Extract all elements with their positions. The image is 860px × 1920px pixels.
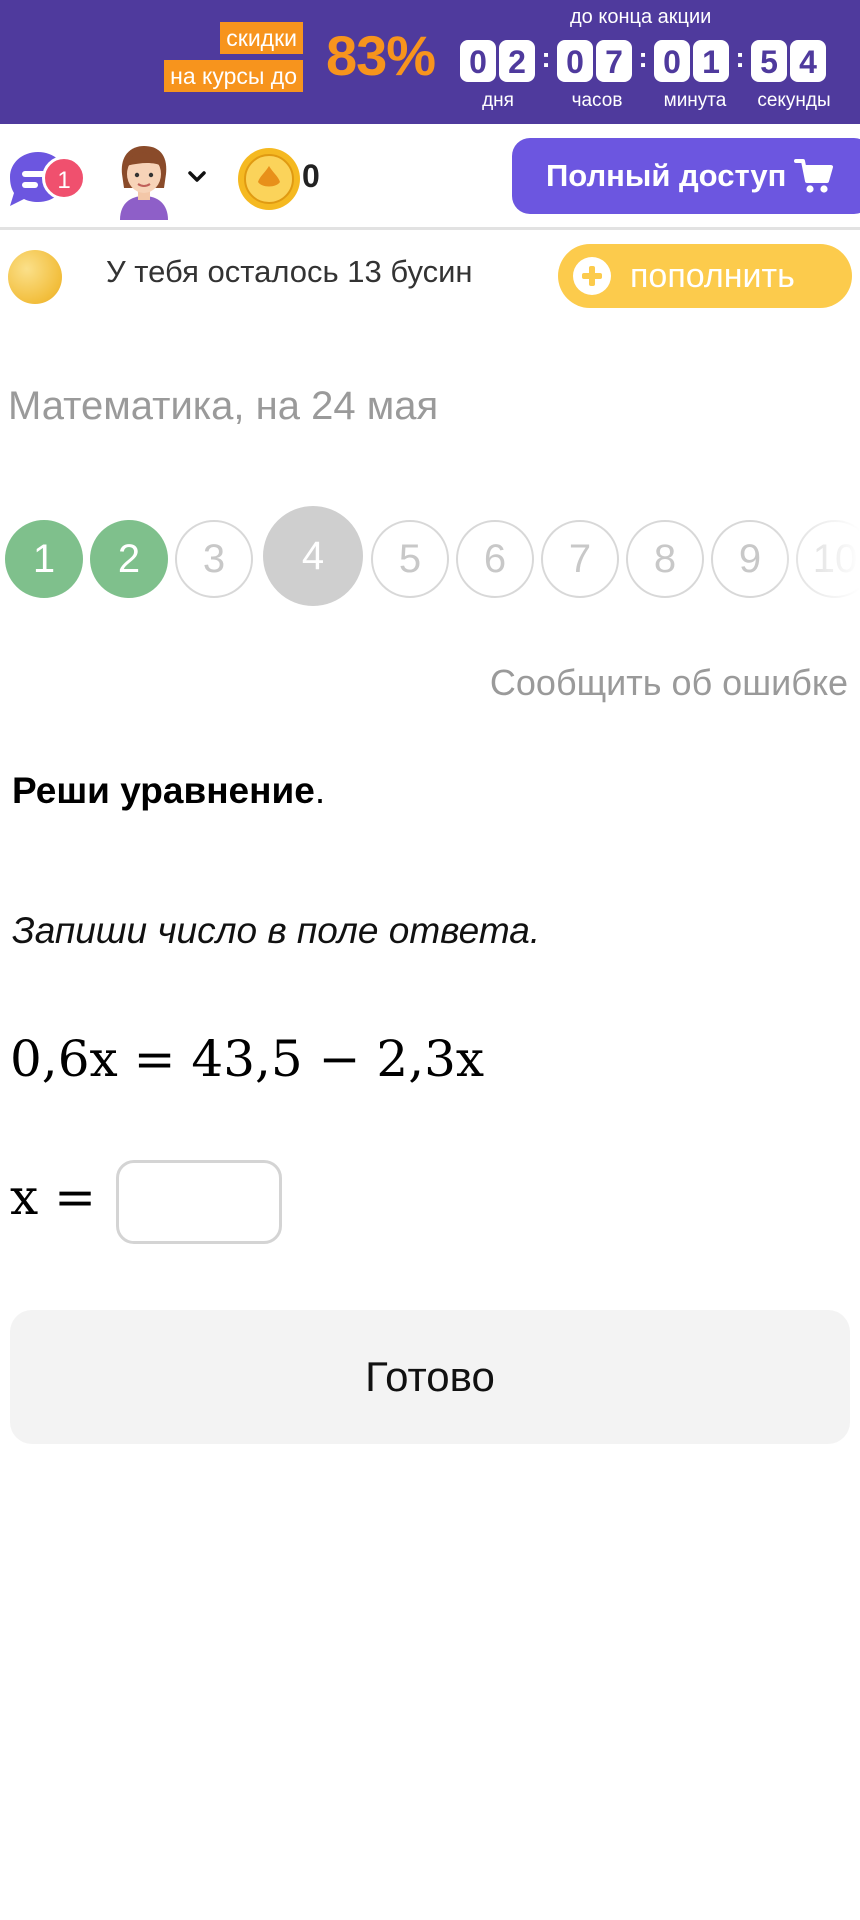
timer-unit-days: дня [482, 90, 514, 111]
timer-days-digit-2: 2 [499, 40, 535, 82]
chevron-down-icon [188, 171, 206, 182]
full-access-button[interactable]: Полный доступ [512, 138, 860, 214]
plus-circle-icon [573, 257, 611, 295]
timer-hours-digit-1: 0 [557, 40, 593, 82]
top-nav: 1 0 Полный доступ [0, 124, 860, 230]
timer-seconds-digit-2: 4 [790, 40, 826, 82]
answer-input[interactable] [116, 1160, 282, 1244]
steps-scroll-fade [770, 506, 860, 610]
coin-count: 0 [302, 158, 320, 194]
promo-caption: до конца акции [570, 6, 712, 28]
beads-balance-text: У тебя осталось 13 бусин [106, 254, 473, 289]
task-step-1[interactable]: 1 [5, 520, 83, 598]
task-step-5[interactable]: 5 [371, 520, 449, 598]
timer-days-digit-1: 0 [460, 40, 496, 82]
task-title: Реши уравнение. [12, 770, 325, 812]
avatar-icon [120, 146, 168, 220]
timer-seconds-digit-1: 5 [751, 40, 787, 82]
bead-icon [8, 250, 62, 304]
timer-separator: : [638, 42, 648, 73]
task-step-3[interactable]: 3 [175, 520, 253, 598]
timer-unit-hours: часов [571, 90, 623, 111]
promo-tag-discount: скидки [220, 22, 303, 54]
task-steps: 1 2 3 4 5 6 7 8 9 10 [0, 506, 860, 610]
chat-badge: 1 [42, 156, 86, 200]
timer-hours-digit-2: 7 [596, 40, 632, 82]
user-avatar[interactable] [106, 140, 182, 220]
full-access-label: Полный доступ [546, 158, 787, 193]
promo-percent: 83% [326, 24, 436, 87]
cart-icon [794, 159, 833, 193]
coin-icon [236, 146, 302, 212]
topup-label: пополнить [630, 257, 795, 295]
task-step-4[interactable]: 4 [263, 506, 363, 606]
task-hint: Запиши число в поле ответа. [12, 910, 541, 951]
timer-minutes-digit-1: 0 [654, 40, 690, 82]
lesson-subject: Математика, на 24 мая [8, 384, 439, 428]
profile-menu-chevron[interactable] [184, 164, 210, 190]
timer-minutes-digit-2: 1 [693, 40, 729, 82]
task-step-8[interactable]: 8 [626, 520, 704, 598]
task-step-7[interactable]: 7 [541, 520, 619, 598]
task-step-6[interactable]: 6 [456, 520, 534, 598]
timer-unit-minutes: минута [663, 90, 727, 111]
task-title-bold: Реши уравнение [12, 770, 315, 811]
topup-button[interactable]: пополнить [558, 244, 852, 308]
submit-button[interactable]: Готово [10, 1310, 850, 1444]
timer-separator: : [541, 42, 551, 73]
promo-banner[interactable]: скидки на курсы до 83% до конца акции 0 … [0, 0, 860, 124]
task-step-2[interactable]: 2 [90, 520, 168, 598]
task-equation: 0,6x = 43,5 − 2,3x [10, 1030, 485, 1088]
timer-separator: : [735, 42, 745, 73]
report-error-link[interactable]: Сообщить об ошибке [490, 662, 848, 704]
task-title-suffix: . [314, 770, 326, 811]
timer-unit-seconds: секунды [757, 90, 831, 111]
answer-label: x = [10, 1168, 96, 1226]
promo-tag-courses: на курсы до [164, 60, 303, 92]
chat-button[interactable]: 1 [2, 142, 86, 214]
